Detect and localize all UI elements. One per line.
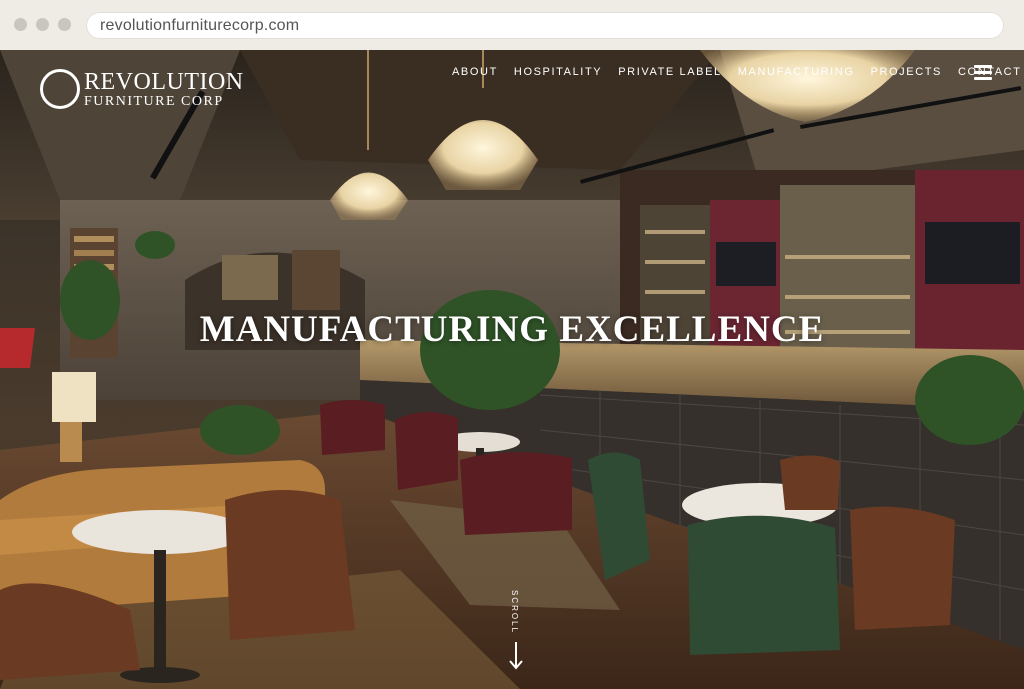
- logo-line1: REVOLUTION: [84, 69, 244, 95]
- address-bar[interactable]: revolutionfurniturecorp.com: [86, 12, 1004, 39]
- nav-manufacturing[interactable]: MANUFACTURING: [738, 66, 855, 78]
- scroll-label[interactable]: SCROLL: [510, 590, 519, 634]
- hamburger-icon[interactable]: [974, 65, 992, 80]
- nav-hospitality[interactable]: HOSPITALITY: [514, 66, 602, 78]
- arrow-down-icon[interactable]: [508, 640, 524, 670]
- logo-ring-icon: [40, 69, 80, 109]
- nav-projects[interactable]: PROJECTS: [871, 66, 942, 78]
- hero-headline: MANUFACTURING EXCELLENCE: [199, 309, 825, 350]
- window-maximize-dot[interactable]: [58, 18, 71, 31]
- url-text[interactable]: revolutionfurniturecorp.com: [100, 17, 299, 35]
- window-minimize-dot[interactable]: [36, 18, 49, 31]
- hero-section: REVOLUTION FURNITURE CORP ABOUT HOSPITAL…: [0, 50, 1024, 689]
- browser-chrome: revolutionfurniturecorp.com: [0, 0, 1024, 50]
- logo-line2: FURNITURE CORP: [84, 94, 224, 109]
- main-nav: ABOUT HOSPITALITY PRIVATE LABEL MANUFACT…: [452, 66, 1024, 78]
- logo[interactable]: REVOLUTION FURNITURE CORP: [40, 69, 243, 113]
- window-close-dot[interactable]: [14, 18, 27, 31]
- nav-about[interactable]: ABOUT: [452, 66, 498, 78]
- nav-private-label[interactable]: PRIVATE LABEL: [618, 66, 722, 78]
